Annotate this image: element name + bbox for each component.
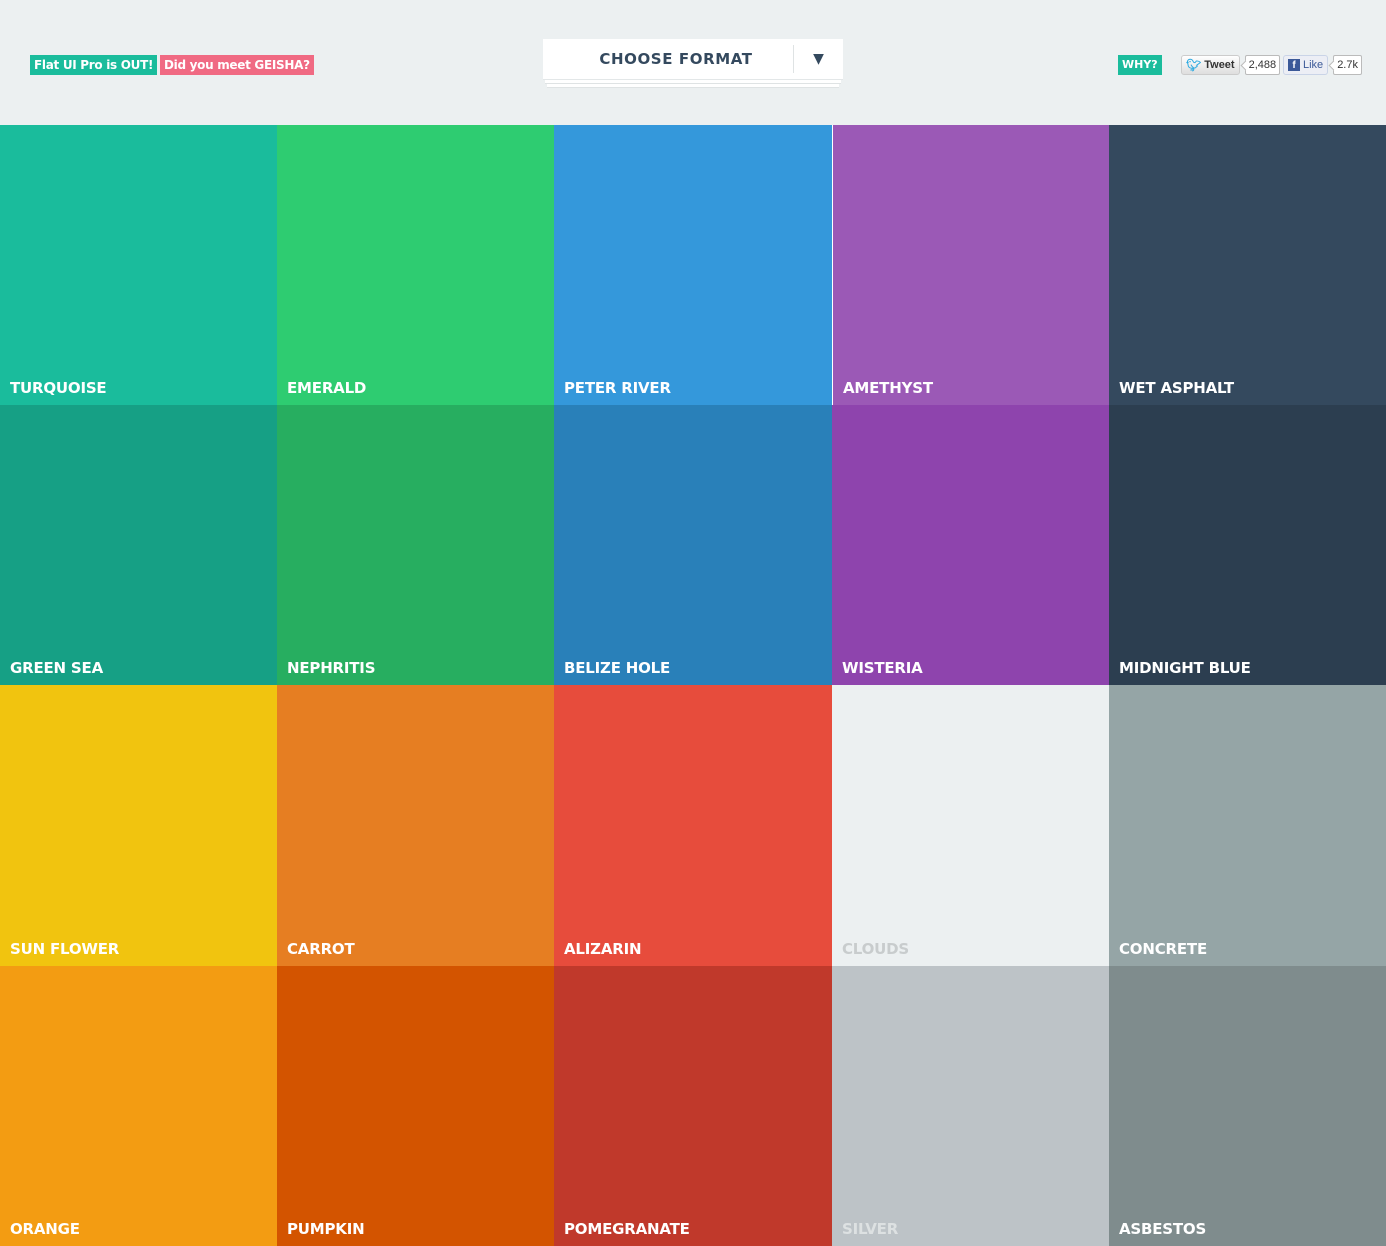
color-tile-orange[interactable]: ORANGE	[0, 966, 277, 1246]
color-tile-belize-hole[interactable]: BELIZE HOLE	[554, 405, 832, 685]
color-name: TURQUOISE	[10, 379, 107, 397]
color-tile-turquoise[interactable]: TURQUOISE	[0, 125, 277, 405]
like-button[interactable]: f Like	[1283, 55, 1329, 75]
color-name: CLOUDS	[842, 940, 910, 958]
dropdown-stack-shadow	[547, 84, 839, 88]
color-tile-silver[interactable]: SILVER	[832, 966, 1109, 1246]
color-tile-carrot[interactable]: CARROT	[277, 685, 554, 966]
dropdown-stack-shadow	[545, 80, 841, 84]
choose-format-button[interactable]: CHOOSE FORMAT ▼	[543, 39, 843, 80]
choose-format-label: CHOOSE FORMAT	[599, 50, 753, 68]
color-name: POMEGRANATE	[564, 1220, 690, 1238]
tweet-count: 2,488	[1244, 55, 1281, 75]
color-tile-nephritis[interactable]: NEPHRITIS	[277, 405, 554, 685]
color-tile-alizarin[interactable]: ALIZARIN	[554, 685, 832, 966]
color-name: ASBESTOS	[1119, 1220, 1207, 1238]
tweet-button[interactable]: 🐦︎ Tweet	[1181, 55, 1240, 75]
color-tile-wisteria[interactable]: WISTERIA	[832, 405, 1109, 685]
color-tile-pomegranate[interactable]: POMEGRANATE	[554, 966, 832, 1246]
color-name: CONCRETE	[1119, 940, 1207, 958]
color-name: GREEN SEA	[10, 659, 103, 677]
color-name: ALIZARIN	[564, 940, 642, 958]
tweet-label: Tweet	[1204, 59, 1235, 71]
color-name: SILVER	[842, 1220, 899, 1238]
choose-format-dropdown[interactable]: CHOOSE FORMAT ▼	[543, 39, 843, 88]
facebook-icon: f	[1288, 59, 1300, 71]
color-grid: TURQUOISE EMERALD PETER RIVER AMETHYST WET A…	[0, 125, 1386, 1246]
color-tile-sun-flower[interactable]: SUN FLOWER	[0, 685, 277, 966]
color-name: WISTERIA	[842, 659, 923, 677]
color-name: PETER RIVER	[564, 379, 671, 397]
tweet-widget: 🐦︎ Tweet 2,488	[1181, 55, 1281, 75]
color-name: SUN FLOWER	[10, 940, 120, 958]
why-link[interactable]: WHY?	[1118, 55, 1162, 75]
color-name: NEPHRITIS	[287, 659, 376, 677]
color-tile-concrete[interactable]: CONCRETE	[1109, 685, 1386, 966]
color-tile-asbestos[interactable]: ASBESTOS	[1109, 966, 1386, 1246]
color-name: ORANGE	[10, 1220, 80, 1238]
color-tile-green-sea[interactable]: GREEN SEA	[0, 405, 277, 685]
header: Flat UI Pro is OUT! Did you meet GEISHA?…	[0, 0, 1386, 125]
color-tile-peter-river[interactable]: PETER RIVER	[554, 125, 832, 405]
color-tile-emerald[interactable]: EMERALD	[277, 125, 554, 405]
color-name: AMETHYST	[843, 379, 933, 397]
geisha-link[interactable]: Did you meet GEISHA?	[160, 55, 314, 75]
caret-down-icon[interactable]: ▼	[794, 51, 843, 67]
color-name: CARROT	[287, 940, 355, 958]
color-tile-pumpkin[interactable]: PUMPKIN	[277, 966, 554, 1246]
color-name: WET ASPHALT	[1119, 379, 1234, 397]
color-name: PUMPKIN	[287, 1220, 365, 1238]
color-tile-wet-asphalt[interactable]: WET ASPHALT	[1109, 125, 1386, 405]
color-tile-amethyst[interactable]: AMETHYST	[832, 125, 1109, 405]
color-name: MIDNIGHT BLUE	[1119, 659, 1251, 677]
like-count: 2.7k	[1333, 55, 1362, 75]
color-tile-clouds[interactable]: CLOUDS	[832, 685, 1109, 966]
like-label: Like	[1303, 59, 1324, 71]
twitter-bird-icon: 🐦︎	[1186, 58, 1202, 72]
flat-ui-pro-link[interactable]: Flat UI Pro is OUT!	[30, 55, 158, 75]
color-tile-midnight-blue[interactable]: MIDNIGHT BLUE	[1109, 405, 1386, 685]
color-name: EMERALD	[287, 379, 367, 397]
like-widget: f Like 2.7k	[1283, 55, 1362, 75]
color-name: BELIZE HOLE	[564, 659, 671, 677]
